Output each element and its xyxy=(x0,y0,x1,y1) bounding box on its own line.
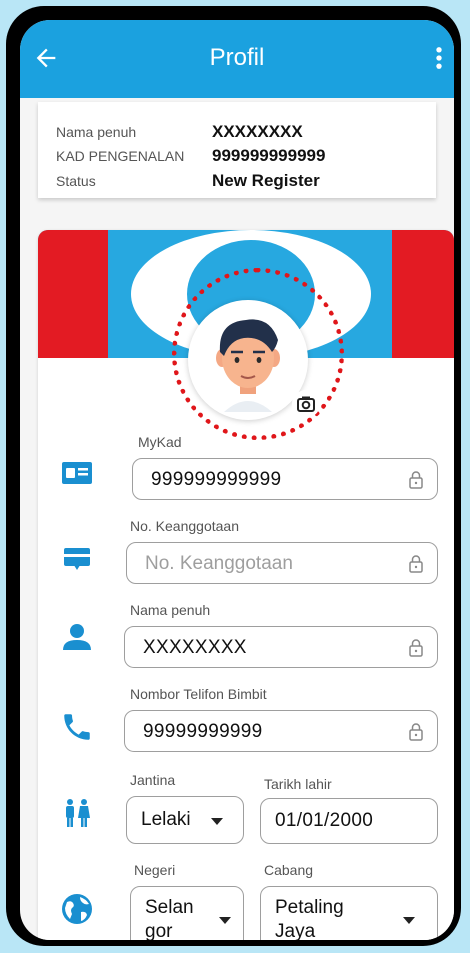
member-placeholder: No. Keanggotaan xyxy=(145,553,293,574)
gender-dropdown[interactable]: Lelaki xyxy=(126,796,244,844)
info-label-name: Nama penuh xyxy=(56,124,137,140)
state-label: Negeri xyxy=(134,862,176,878)
mykad-field[interactable]: 999999999999 xyxy=(132,458,438,500)
info-label-ic: KAD PENGENALAN xyxy=(56,148,185,164)
lock-icon xyxy=(409,555,423,573)
lock-icon xyxy=(409,723,423,741)
branch-value-line2: Jaya xyxy=(275,921,316,940)
page-title: Profil xyxy=(209,44,265,71)
state-value-line1: Selan xyxy=(145,897,194,918)
state-value-line2: gor xyxy=(145,921,173,940)
caret-down-icon xyxy=(219,917,231,924)
member-field[interactable]: No. Keanggotaan xyxy=(126,542,438,584)
globe-icon xyxy=(62,894,92,924)
phone-value: 99999999999 xyxy=(143,721,263,742)
mykad-label: MyKad xyxy=(138,434,182,450)
gender-value: Lelaki xyxy=(141,809,191,830)
phone-icon xyxy=(64,714,90,740)
caret-down-icon xyxy=(211,818,223,825)
member-label: No. Keanggotaan xyxy=(130,518,239,534)
name-field[interactable]: XXXXXXXX xyxy=(124,626,438,668)
people-icon xyxy=(66,799,90,827)
dob-value: 01/01/2000 xyxy=(275,810,374,831)
info-value-ic: 999999999999 xyxy=(212,146,326,165)
phone-label: Nombor Telifon Bimbit xyxy=(130,686,267,702)
lock-icon xyxy=(409,639,423,657)
person-icon xyxy=(63,624,91,650)
info-label-status: Status xyxy=(56,173,96,189)
mykad-value: 999999999999 xyxy=(151,469,282,490)
lock-icon xyxy=(409,471,423,489)
caret-down-icon xyxy=(403,917,415,924)
branch-dropdown[interactable]: Petaling Jaya xyxy=(260,886,438,940)
branch-value-line1: Petaling xyxy=(275,897,344,918)
camera-icon[interactable] xyxy=(292,390,320,418)
name-value: XXXXXXXX xyxy=(143,637,247,658)
screen: Profil Nama penuh XXXXXXXX KAD PENGENALA… xyxy=(20,20,454,940)
membership-card-icon xyxy=(64,548,90,570)
avatar-highlight-ring xyxy=(172,268,344,440)
info-value-name: XXXXXXXX xyxy=(212,122,303,141)
state-dropdown[interactable]: Selan gor xyxy=(130,886,244,940)
info-card: Nama penuh XXXXXXXX KAD PENGENALAN 99999… xyxy=(38,102,436,198)
phone-frame: Profil Nama penuh XXXXXXXX KAD PENGENALA… xyxy=(6,6,461,946)
branch-label: Cabang xyxy=(264,862,314,878)
app-bar: Profil xyxy=(20,20,454,98)
dob-field[interactable]: 01/01/2000 xyxy=(260,798,438,844)
dob-label: Tarikh lahir xyxy=(264,776,332,792)
phone-field[interactable]: 99999999999 xyxy=(124,710,438,752)
gender-label: Jantina xyxy=(130,772,176,788)
info-value-status: New Register xyxy=(212,171,320,190)
name-label: Nama penuh xyxy=(130,602,211,618)
id-card-icon xyxy=(62,462,92,484)
more-vert-icon[interactable] xyxy=(434,44,444,72)
